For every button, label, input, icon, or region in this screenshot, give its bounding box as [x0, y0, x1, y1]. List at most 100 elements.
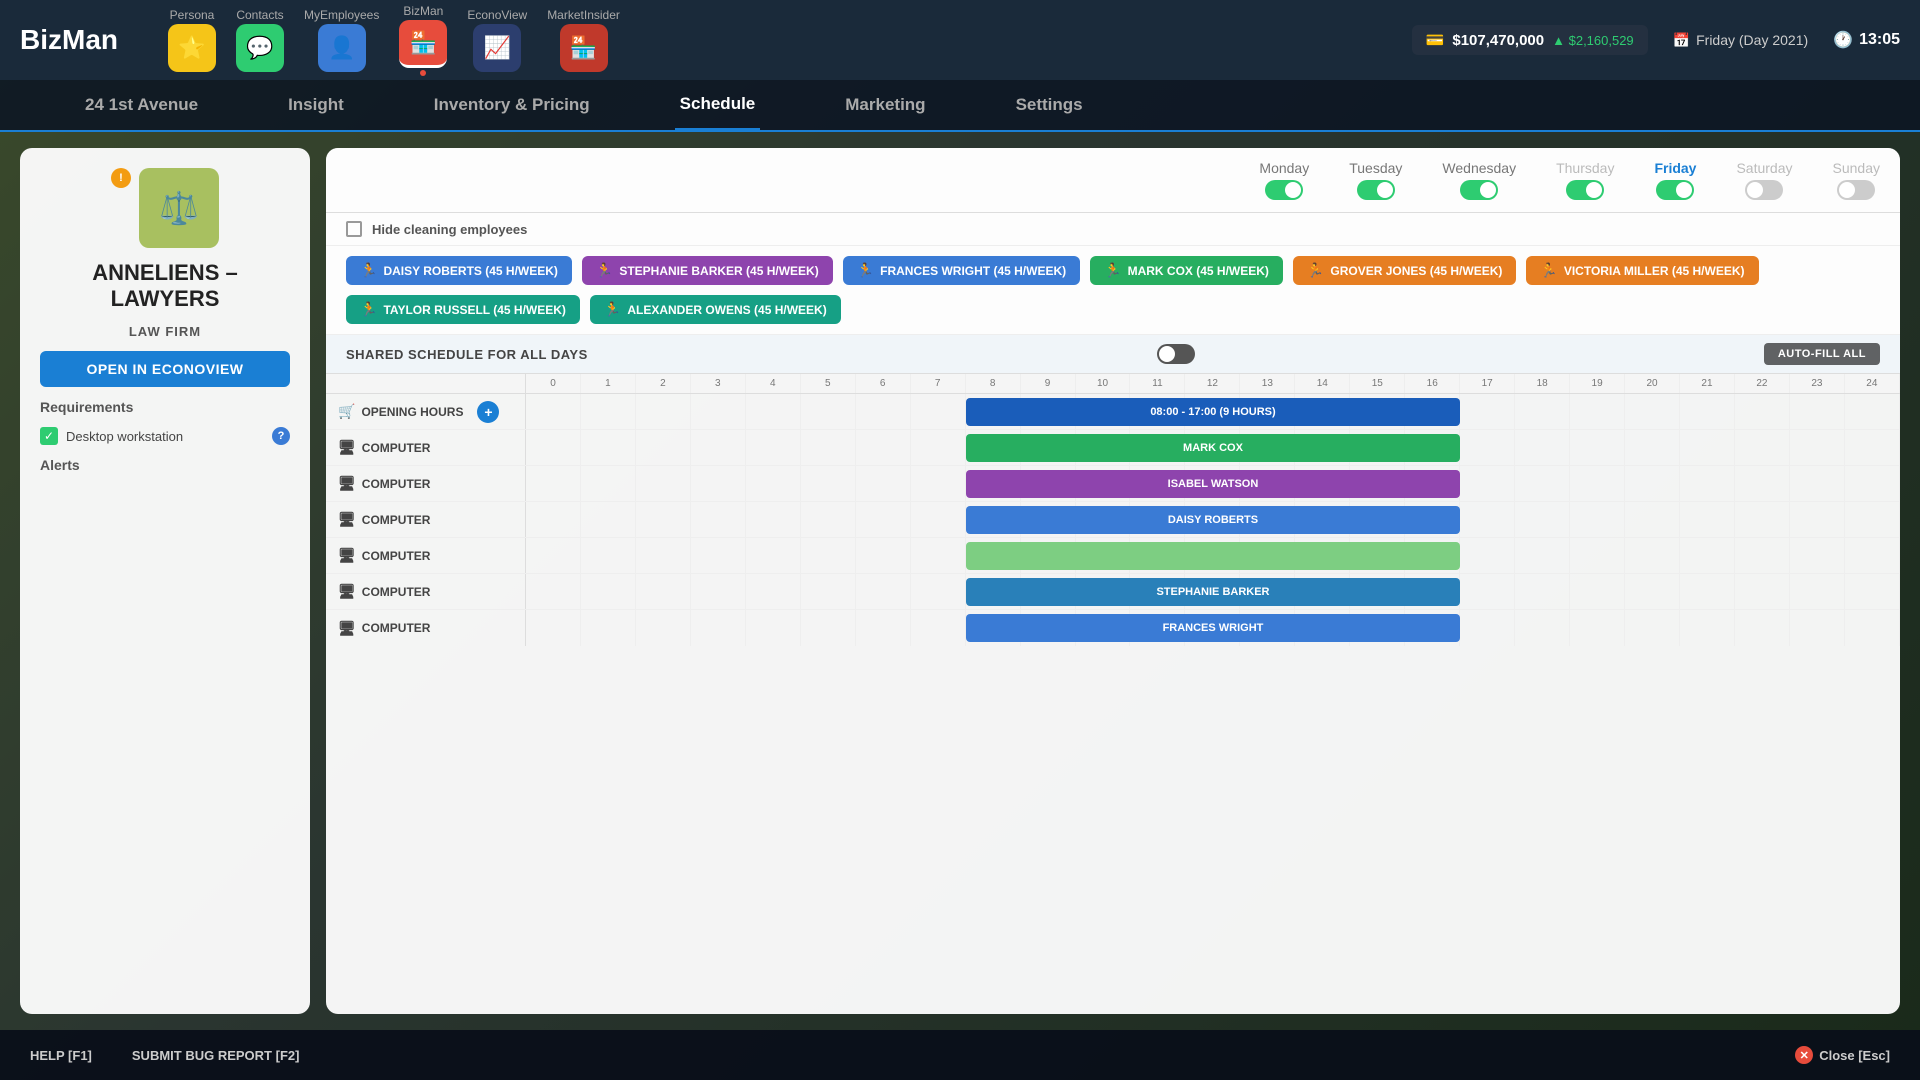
day-name-thursday: Thursday: [1556, 160, 1614, 176]
cell: [801, 538, 856, 574]
bug-report-button[interactable]: SUBMIT BUG REPORT [F2]: [132, 1048, 300, 1063]
row4-block[interactable]: [966, 542, 1461, 570]
nav-item-econoview[interactable]: EconoView 📈: [467, 8, 527, 72]
grid-header-row: 0 1 2 3 4 5 6 7 8 9 10 11 12 13: [326, 374, 1900, 394]
emp-tag-taylor-russell[interactable]: 🏃 TAYLOR RUSSELL (45 H/WEEK): [346, 295, 580, 324]
hour-9: 9: [1021, 374, 1076, 393]
mark-cox-block[interactable]: MARK COX: [966, 434, 1461, 462]
day-name-saturday: Saturday: [1736, 160, 1792, 176]
day-toggle-sunday[interactable]: [1837, 180, 1875, 200]
company-logo-icon: ⚖️: [159, 189, 199, 227]
day-toggle-tuesday[interactable]: [1357, 180, 1395, 200]
sec-nav-settings[interactable]: Settings: [1011, 79, 1088, 131]
cell: [636, 394, 691, 430]
shared-toggle[interactable]: [1157, 344, 1195, 364]
sec-nav-marketing[interactable]: Marketing: [840, 79, 930, 131]
hour-21: 21: [1680, 374, 1735, 393]
nav-item-bizman[interactable]: BizMan 🏪: [399, 4, 447, 76]
computer-2-cells: ISABEL WATSON: [526, 466, 1900, 501]
opening-hours-block[interactable]: 08:00 - 17:00 (9 HOURS): [966, 398, 1461, 426]
day-toggle-wednesday[interactable]: [1460, 180, 1498, 200]
day-wednesday[interactable]: Wednesday: [1442, 160, 1516, 200]
add-opening-hours-button[interactable]: +: [477, 401, 499, 423]
cell: [746, 394, 801, 430]
hour-6: 6: [856, 374, 911, 393]
cell: [1460, 394, 1515, 430]
persona-icon[interactable]: ⭐: [168, 24, 216, 72]
help-button[interactable]: HELP [F1]: [30, 1048, 92, 1063]
req-help-icon[interactable]: ?: [272, 427, 290, 445]
frances-wright-block[interactable]: FRANCES WRIGHT: [966, 614, 1461, 642]
day-toggle-thursday[interactable]: [1566, 180, 1604, 200]
emp-tag-victoria-miller[interactable]: 🏃 VICTORIA MILLER (45 H/WEEK): [1526, 256, 1758, 285]
close-button[interactable]: ✕ Close [Esc]: [1795, 1046, 1890, 1064]
day-toggle-saturday[interactable]: [1745, 180, 1783, 200]
econoview-icon[interactable]: 📈: [473, 24, 521, 72]
daisy-roberts-block[interactable]: DAISY ROBERTS: [966, 506, 1461, 534]
stephanie-barker-block[interactable]: STEPHANIE BARKER: [966, 578, 1461, 606]
open-in-econoview-button[interactable]: OPEN IN ECONOVIEW: [40, 351, 290, 387]
opening-hours-icon: 🛒: [338, 403, 355, 420]
emp-icon: 🏃: [360, 262, 377, 279]
sec-nav-24-1st-avenue[interactable]: 24 1st Avenue: [80, 79, 203, 131]
auto-fill-button[interactable]: AUTO-FILL ALL: [1764, 343, 1880, 365]
sec-nav-schedule[interactable]: Schedule: [675, 79, 761, 131]
app-logo: BizMan: [20, 24, 118, 56]
computer-text-5: COMPUTER: [362, 585, 431, 599]
nav-item-myemployees[interactable]: MyEmployees 👤: [304, 8, 379, 72]
cell: [911, 574, 966, 610]
emp-tag-grover-jones[interactable]: 🏃 GROVER JONES (45 H/WEEK): [1293, 256, 1516, 285]
hide-cleaning-checkbox[interactable]: [346, 221, 362, 237]
sec-nav-insight[interactable]: Insight: [283, 79, 349, 131]
cell: [1790, 502, 1845, 538]
cell: [581, 610, 636, 646]
cell: [1515, 610, 1570, 646]
day-friday[interactable]: Friday: [1654, 160, 1696, 200]
day-toggle-friday[interactable]: [1656, 180, 1694, 200]
bizman-icon[interactable]: 🏪: [399, 20, 447, 68]
schedule-grid: 0 1 2 3 4 5 6 7 8 9 10 11 12 13: [326, 374, 1900, 646]
nav-item-marketinsider[interactable]: MarketInsider 🏪: [547, 8, 620, 72]
left-panel: ! ⚖️ ANNELIENS – LAWYERS LAW FIRM OPEN I…: [20, 148, 310, 1014]
req-checkbox: ✓: [40, 427, 58, 445]
hour-17: 17: [1460, 374, 1515, 393]
day-toggle-monday[interactable]: [1265, 180, 1303, 200]
marketinsider-icon[interactable]: 🏪: [560, 24, 608, 72]
close-label: Close [Esc]: [1819, 1048, 1890, 1063]
emp-tag-mark-cox[interactable]: 🏃 MARK COX (45 H/WEEK): [1090, 256, 1283, 285]
emp-tag-alexander-owens[interactable]: 🏃 ALEXANDER OWENS (45 H/WEEK): [590, 295, 841, 324]
hour-0: 0: [526, 374, 581, 393]
nav-item-contacts[interactable]: Contacts 💬: [236, 8, 284, 72]
nav-item-persona[interactable]: Persona ⭐: [168, 8, 216, 72]
schedule-row-computer-daisy-roberts: 🖥 COMPUTER: [326, 502, 1900, 538]
schedule-grid-container[interactable]: 0 1 2 3 4 5 6 7 8 9 10 11 12 13: [326, 374, 1900, 1014]
cell: [801, 394, 856, 430]
computer-text-2: COMPUTER: [362, 477, 431, 491]
emp-icon: 🏃: [360, 301, 377, 318]
myemployees-icon[interactable]: 👤: [318, 24, 366, 72]
cell: [746, 430, 801, 466]
cell: [1625, 574, 1680, 610]
emp-icon: 🏃: [857, 262, 874, 279]
right-panel: Monday Tuesday Wednesday Thursday Friday: [326, 148, 1900, 1014]
hour-24: 24: [1845, 374, 1900, 393]
time-text: 13:05: [1859, 31, 1900, 49]
row-label-computer-4: 🖥 COMPUTER: [326, 538, 526, 573]
emp-tag-frances-wright[interactable]: 🏃 FRANCES WRIGHT (45 H/WEEK): [843, 256, 1080, 285]
sec-nav-inventory-pricing[interactable]: Inventory & Pricing: [429, 79, 595, 131]
cell: [581, 538, 636, 574]
hour-13: 13: [1240, 374, 1295, 393]
emp-tag-daisy-roberts[interactable]: 🏃 DAISY ROBERTS (45 H/WEEK): [346, 256, 572, 285]
contacts-icon[interactable]: 💬: [236, 24, 284, 72]
day-sunday[interactable]: Sunday: [1833, 160, 1880, 200]
cell: [1570, 610, 1625, 646]
day-thursday[interactable]: Thursday: [1556, 160, 1614, 200]
cell: [636, 502, 691, 538]
day-tuesday[interactable]: Tuesday: [1349, 160, 1402, 200]
day-monday[interactable]: Monday: [1259, 160, 1309, 200]
hour-3: 3: [691, 374, 746, 393]
emp-label: ALEXANDER OWENS (45 H/WEEK): [627, 303, 826, 317]
day-saturday[interactable]: Saturday: [1736, 160, 1792, 200]
isabel-watson-block[interactable]: ISABEL WATSON: [966, 470, 1461, 498]
emp-tag-stephanie-barker[interactable]: 🏃 STEPHANIE BARKER (45 H/WEEK): [582, 256, 833, 285]
